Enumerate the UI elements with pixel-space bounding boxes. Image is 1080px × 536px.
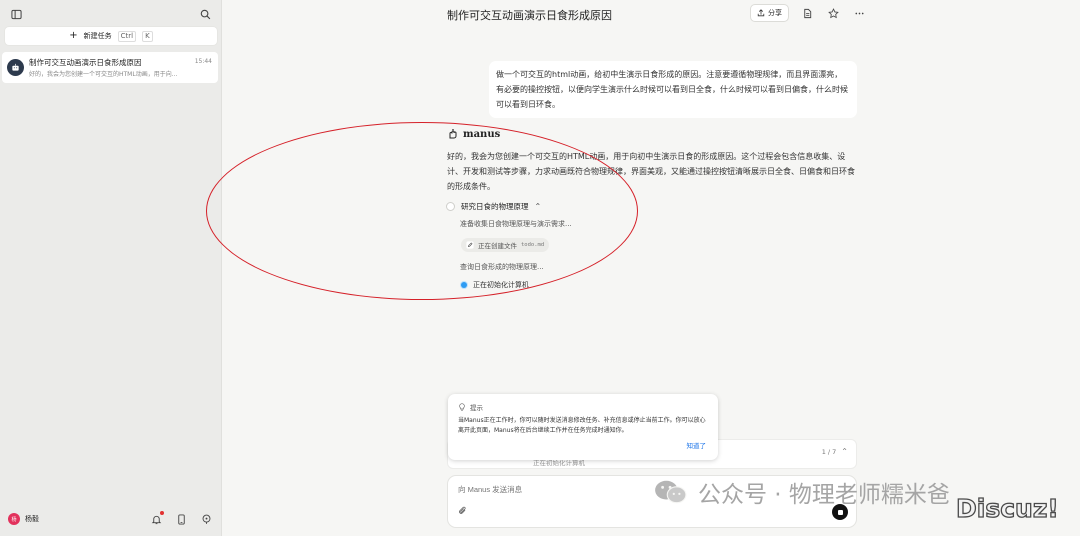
file-chip-name: todo.md — [521, 242, 545, 248]
progress-count: 1 / 7 ⌃ — [822, 447, 848, 456]
tip-body: 当Manus正在工作时，你可以随时发送消息修改任务、补充信息或停止当前工作。你可… — [458, 417, 706, 434]
edit-icon — [466, 241, 474, 249]
tip-dismiss-button[interactable]: 知道了 — [687, 440, 707, 450]
task-title: 制作可交互动画演示日食形成原因 — [29, 58, 142, 67]
chevron-up-icon[interactable]: ⌃ — [841, 447, 848, 456]
user-name: 杨毅 — [25, 515, 39, 523]
share-icon — [757, 9, 765, 17]
shortcut-ctrl: Ctrl — [117, 30, 137, 42]
manus-logo-icon — [449, 129, 457, 139]
new-task-button[interactable]: + 新建任务 Ctrl K — [5, 27, 217, 45]
sidebar: + 新建任务 Ctrl K 制作可交互动画演示日食形成原因 15:44 好的，我… — [0, 0, 222, 536]
stop-icon — [837, 509, 843, 515]
search-icon[interactable] — [197, 6, 213, 22]
file-action-chip[interactable]: 正在创建文件 todo.md — [461, 238, 550, 252]
file-chip-label: 正在创建文件 — [478, 242, 517, 250]
tip-popup: 提示 当Manus正在工作时，你可以随时发送消息修改任务、补充信息或停止当前工作… — [448, 394, 718, 460]
file-icon[interactable] — [799, 5, 815, 21]
sidebar-toggle-icon[interactable] — [8, 6, 24, 22]
header-actions: 分享 — [750, 4, 867, 22]
star-icon[interactable] — [825, 5, 841, 21]
working-status: 正在初始化计算机 — [461, 280, 529, 290]
lightbulb-icon — [459, 403, 465, 411]
sidebar-footer: 杨 杨毅 — [0, 502, 222, 536]
step-title: 研究日食的物理原理 — [461, 202, 529, 211]
avatar: 杨 — [8, 513, 20, 525]
assistant-reply: 好的，我会为您创建一个可交互的HTML动画，用于向初中生演示日食的形成原因。这个… — [447, 152, 855, 191]
step-status-icon — [446, 202, 455, 211]
wechat-logo-icon — [655, 480, 687, 504]
task-list-item[interactable]: 制作可交互动画演示日食形成原因 15:44 好的，我会为您创建一个可交互的HTM… — [2, 52, 218, 83]
shortcut-key: K — [142, 30, 153, 42]
task-step[interactable]: 研究日食的物理原理 ⌃ — [446, 201, 541, 212]
footer-icons — [148, 511, 214, 527]
robot-icon — [12, 63, 19, 71]
plus-icon: + — [69, 30, 78, 41]
user-profile[interactable]: 杨 杨毅 — [8, 513, 39, 525]
new-task-label: 新建任务 — [83, 32, 112, 40]
notification-dot — [160, 511, 164, 515]
task-time: 15:44 — [194, 58, 212, 65]
discuz-watermark: Discuz! — [955, 493, 1059, 523]
mobile-icon[interactable] — [173, 511, 189, 527]
task-preview: 好的，我会为您创建一个可交互的HTML动画，用于向... — [29, 71, 178, 78]
sidebar-toolbar — [0, 0, 221, 28]
paperclip-icon[interactable] — [458, 505, 468, 519]
tip-header: 提示 — [458, 402, 483, 412]
assistant-header: manus — [447, 128, 500, 140]
wechat-watermark: 公众号 · 物理老师糯米爸 — [652, 475, 950, 509]
page-title: 制作可交互动画演示日食形成原因 — [447, 9, 612, 22]
substep-text: 查询日食形成的物理原理... — [460, 263, 544, 271]
working-status-label: 正在初始化计算机 — [473, 281, 529, 289]
share-button[interactable]: 分享 — [750, 4, 789, 22]
wechat-watermark-text: 公众号 · 物理老师糯米爸 — [698, 482, 950, 508]
user-message: 做一个可交互的html动画，给初中生演示日食形成的原因。注意要遵循物理规律，而且… — [489, 61, 857, 118]
tip-title: 提示 — [470, 404, 483, 412]
substep-text: 准备收集日食物理原理与演示需求... — [460, 220, 572, 228]
share-label: 分享 — [768, 9, 782, 17]
status-dot — [461, 282, 467, 288]
task-avatar — [7, 59, 24, 76]
help-icon[interactable] — [198, 511, 214, 527]
progress-count-label: 1 / 7 — [821, 447, 837, 456]
bell-icon[interactable] — [148, 511, 164, 527]
more-icon[interactable] — [851, 5, 867, 21]
chevron-up-icon[interactable]: ⌃ — [535, 202, 542, 211]
assistant-name: manus — [463, 128, 501, 140]
